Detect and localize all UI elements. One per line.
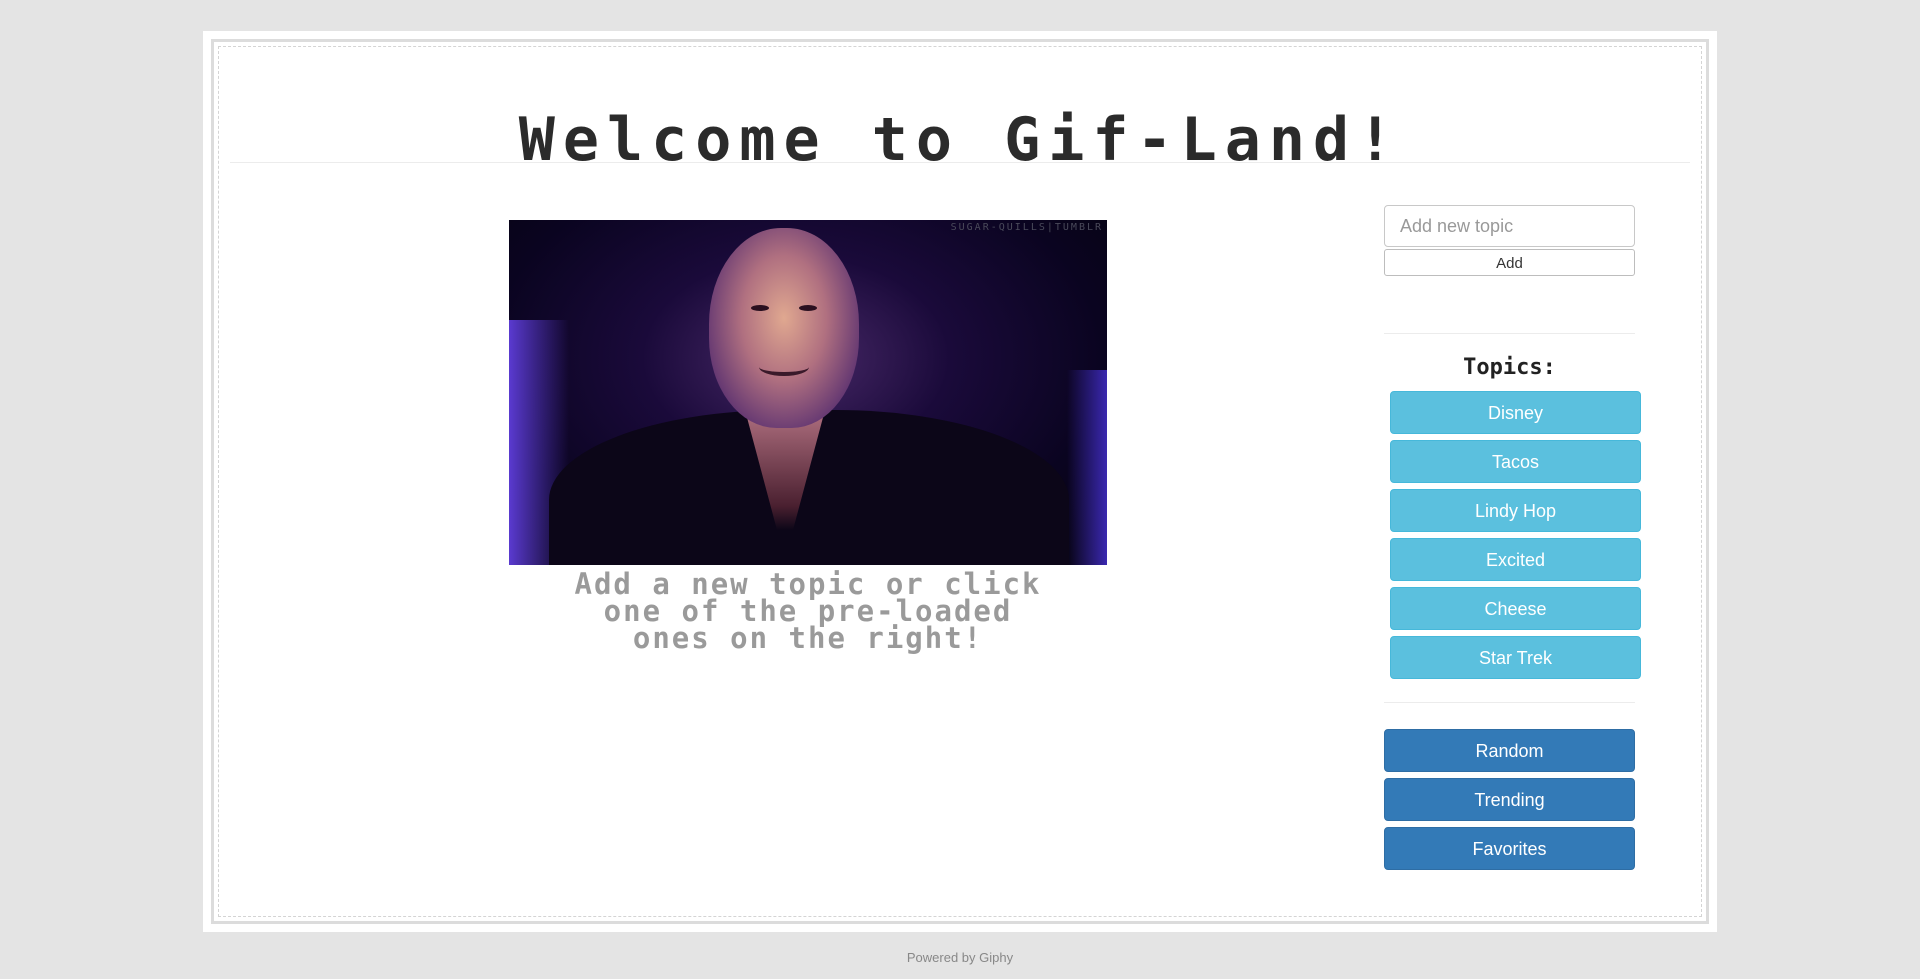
- topic-button-disney[interactable]: Disney: [1390, 391, 1641, 434]
- topic-button-lindy-hop[interactable]: Lindy Hop: [1390, 489, 1641, 532]
- favorites-button[interactable]: Favorites: [1384, 827, 1635, 870]
- sidebar-divider: [1384, 702, 1635, 703]
- footer-credit: Powered by Giphy: [906, 950, 1014, 965]
- topic-button-star-trek[interactable]: Star Trek: [1390, 636, 1641, 679]
- gif-figure-head: [709, 228, 859, 428]
- gif-figure-eye: [799, 305, 817, 311]
- sidebar-divider: [1384, 333, 1635, 334]
- add-topic-button[interactable]: Add: [1384, 249, 1635, 276]
- main-container: Welcome to Gif-Land! SUGAR-QUILLS|TUMBLR…: [203, 31, 1717, 932]
- page-title: Welcome to Gif-Land!: [518, 105, 1402, 175]
- gif-watermark: SUGAR-QUILLS|TUMBLR: [950, 222, 1103, 233]
- gif-glow-right: [1067, 370, 1107, 565]
- topic-button-excited[interactable]: Excited: [1390, 538, 1641, 581]
- instruction-text: Add a new topic or click one of the pre-…: [574, 567, 1042, 655]
- topic-button-cheese[interactable]: Cheese: [1390, 587, 1641, 630]
- gif-figure-eye: [751, 305, 769, 311]
- topic-input[interactable]: [1384, 205, 1635, 247]
- random-button[interactable]: Random: [1384, 729, 1635, 772]
- title-divider: [230, 162, 1690, 163]
- action-list: Random Trending Favorites: [1384, 729, 1635, 876]
- topics-heading: Topics:: [1463, 355, 1556, 380]
- trending-button[interactable]: Trending: [1384, 778, 1635, 821]
- gif-image[interactable]: SUGAR-QUILLS|TUMBLR: [509, 220, 1107, 565]
- gif-figure-smile: [759, 358, 809, 376]
- sidebar: Add Topics: Disney Tacos Lindy Hop Excit…: [1384, 205, 1641, 870]
- topic-list: Disney Tacos Lindy Hop Excited Cheese St…: [1390, 391, 1641, 685]
- topic-button-tacos[interactable]: Tacos: [1390, 440, 1641, 483]
